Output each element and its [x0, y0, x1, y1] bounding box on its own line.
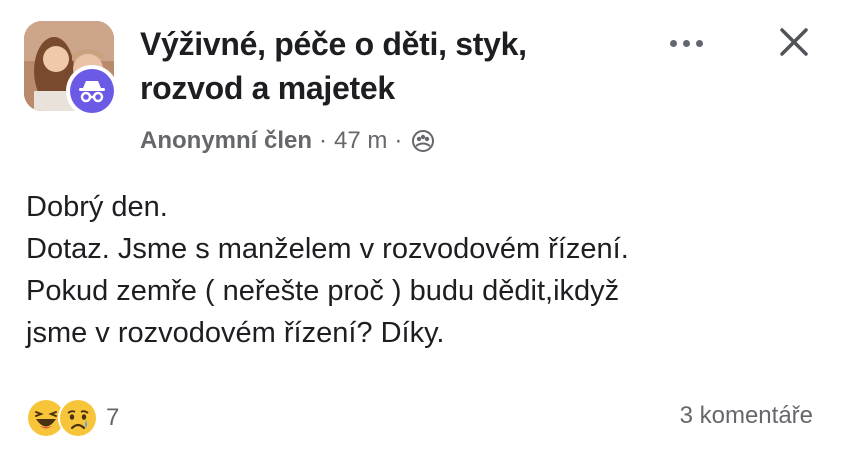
post-meta: Anonymní člen · 47 m ·	[140, 124, 435, 158]
post-text-line: jsme v rozvodovém řízení? Díky.	[26, 317, 445, 349]
more-options-button[interactable]	[662, 28, 710, 58]
close-icon	[780, 28, 808, 56]
group-title-line1: Výživné, péče o děti, styk,	[140, 26, 527, 62]
anonymous-badge	[66, 65, 118, 117]
sad-emoji-icon	[58, 398, 98, 438]
comments-count-link[interactable]: 3 komentáře	[680, 402, 813, 430]
post-text: Dobrý den. Dotaz. Jsme s manželem v rozv…	[26, 186, 826, 354]
group-title-line2: rozvod a majetek	[140, 70, 395, 106]
group-icon	[411, 129, 435, 153]
reactions-summary[interactable]: 7	[26, 398, 119, 438]
author-name[interactable]: Anonymní člen	[140, 127, 312, 155]
post-text-line: Dotaz. Jsme s manželem v rozvodovém říze…	[26, 233, 629, 265]
close-button[interactable]	[770, 22, 818, 62]
post-text-line: Dobrý den.	[26, 191, 168, 223]
post-text-line: Pokud zemře ( neřešte proč ) budu dědit,…	[26, 275, 620, 307]
group-title[interactable]: Výživné, péče o děti, styk, rozvod a maj…	[140, 22, 610, 110]
incognito-icon	[70, 69, 114, 113]
more-dots-icon	[669, 39, 677, 47]
reaction-count: 7	[106, 404, 120, 431]
meta-separator: ·	[394, 127, 403, 154]
meta-separator: ·	[319, 127, 328, 154]
post-timestamp[interactable]: 47 m	[334, 127, 387, 155]
